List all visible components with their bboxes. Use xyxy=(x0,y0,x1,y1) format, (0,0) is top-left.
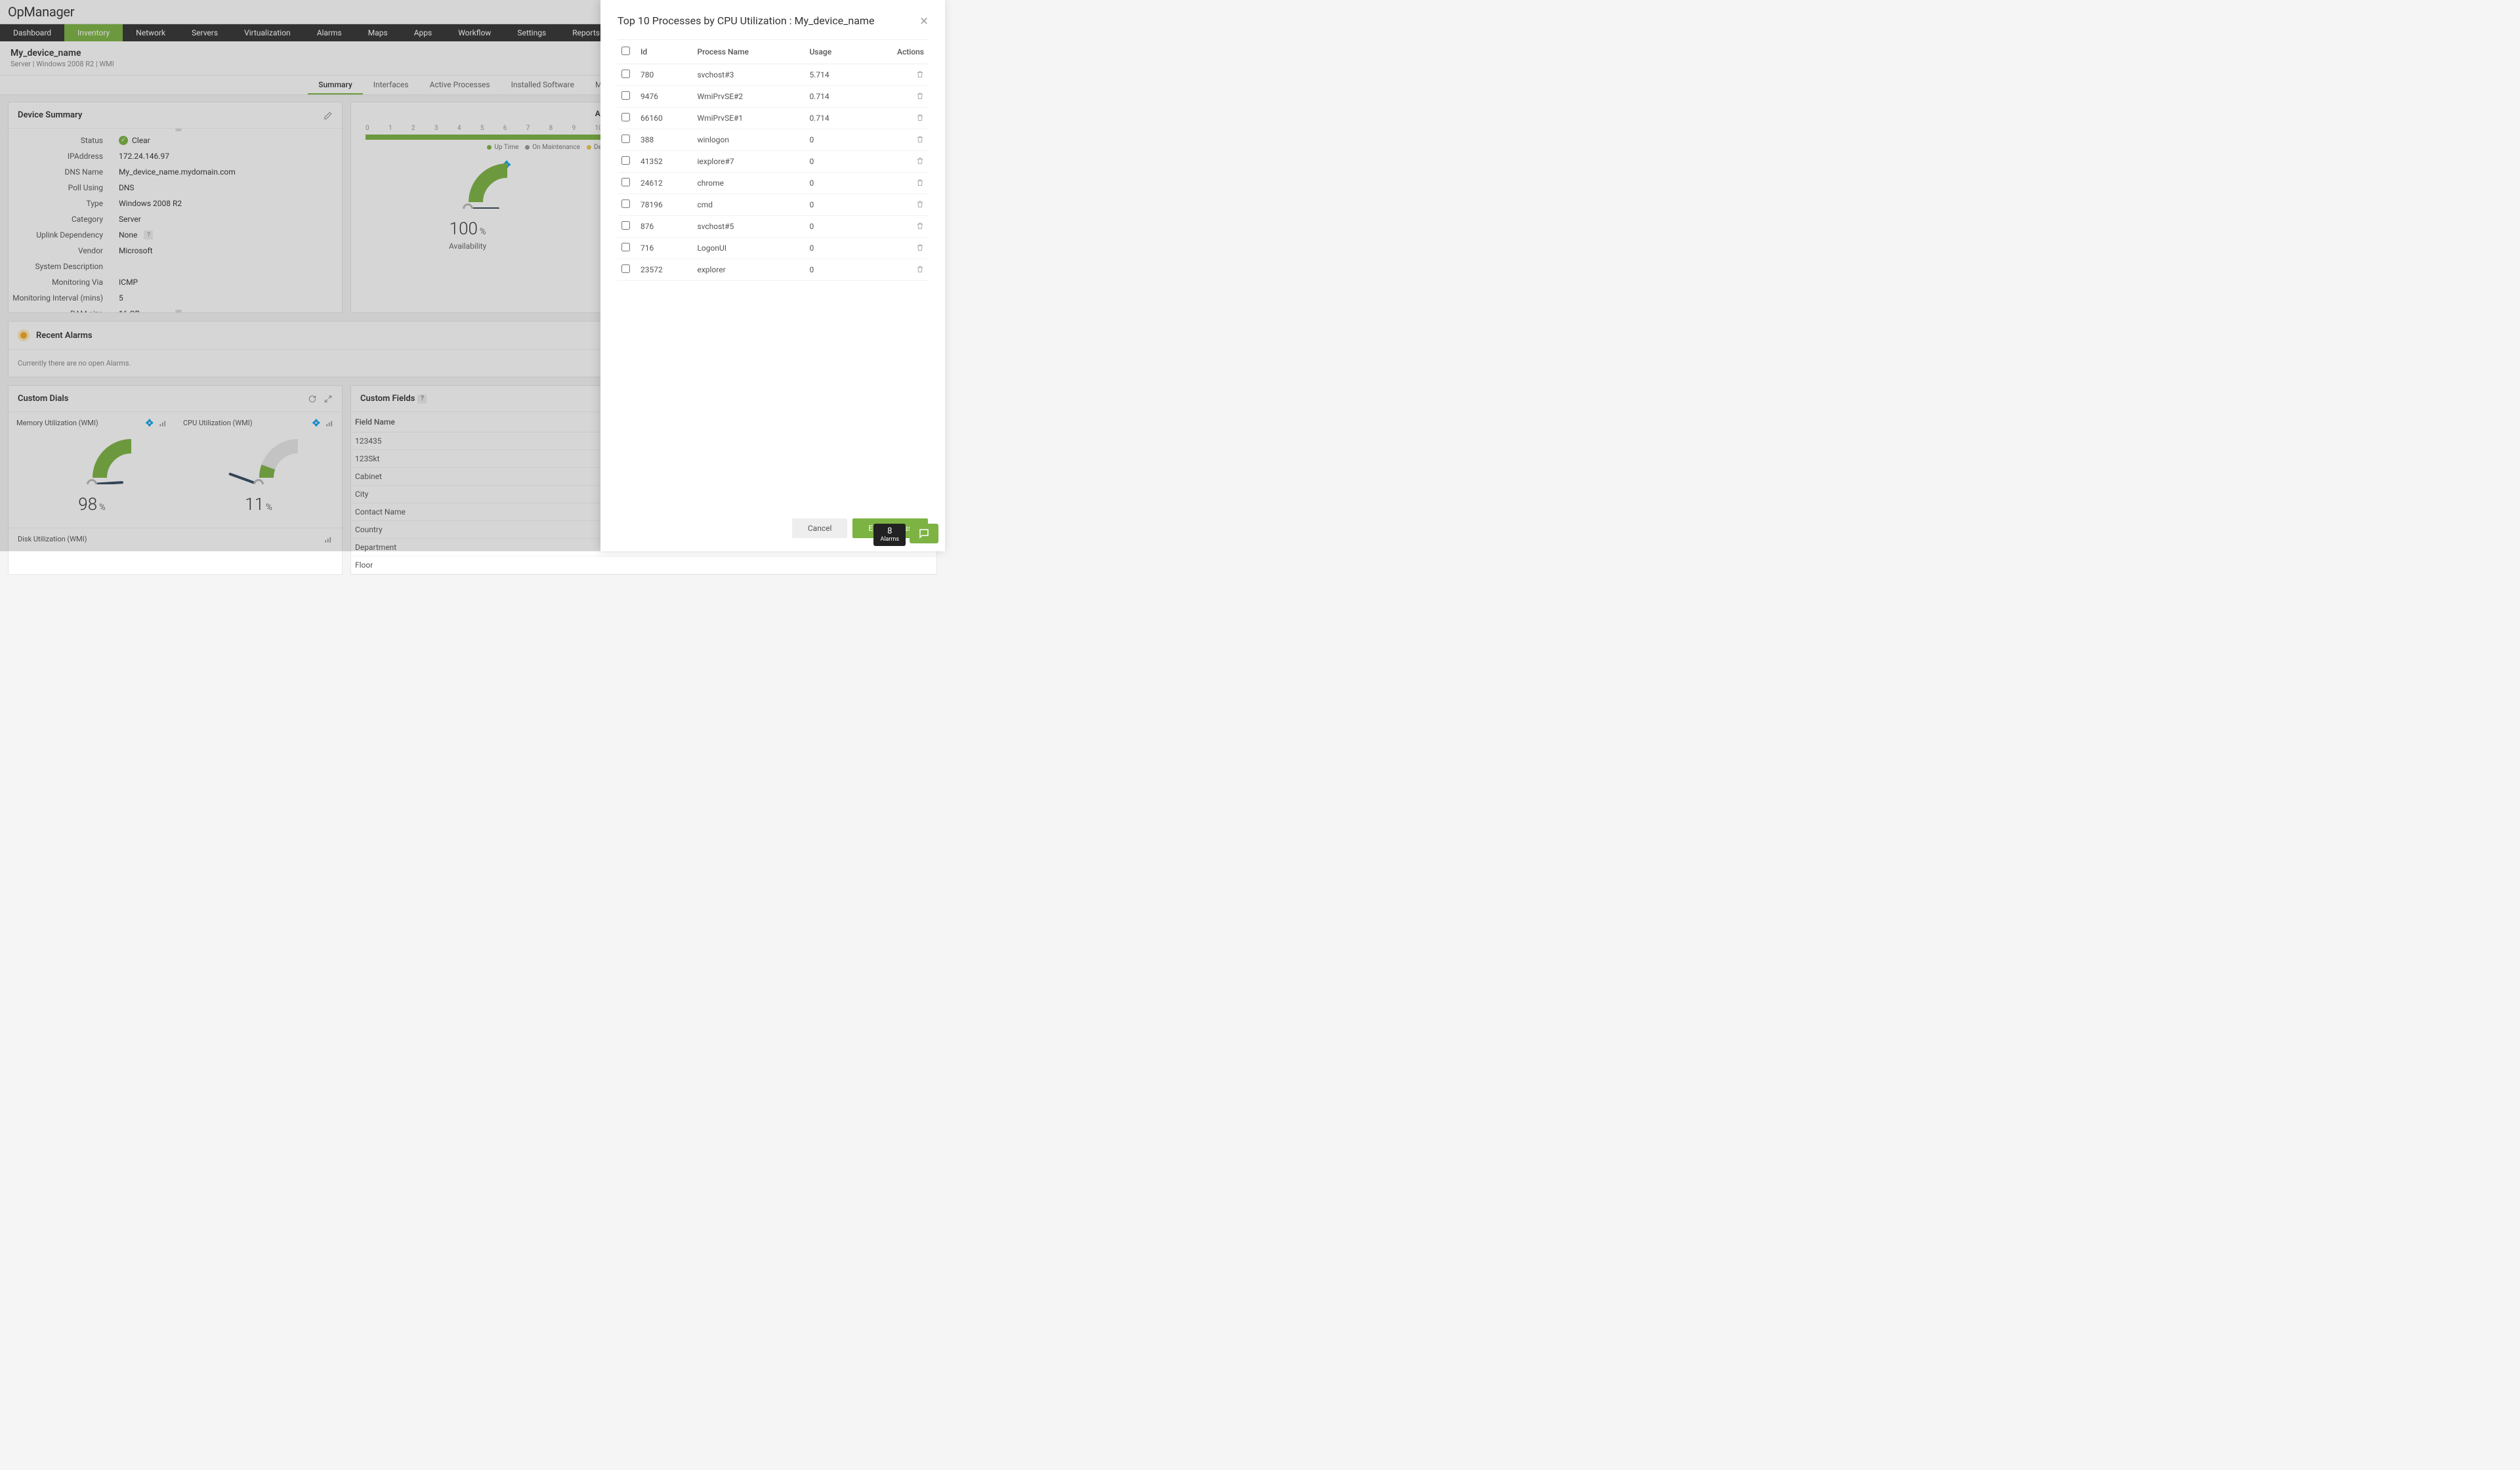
trash-icon[interactable] xyxy=(916,71,924,80)
col-process: Process Name xyxy=(693,40,805,64)
select-all-checkbox[interactable] xyxy=(621,47,630,55)
row-checkbox[interactable] xyxy=(621,200,630,208)
row-checkbox[interactable] xyxy=(621,156,630,165)
trash-icon[interactable] xyxy=(916,158,924,167)
process-row: 23572explorer0 xyxy=(618,259,928,281)
chat-icon[interactable] xyxy=(910,524,938,543)
row-checkbox[interactable] xyxy=(621,113,630,121)
trash-icon[interactable] xyxy=(916,201,924,210)
processes-modal: Top 10 Processes by CPU Utilization : My… xyxy=(600,0,945,551)
row-checkbox[interactable] xyxy=(621,221,630,230)
col-id: Id xyxy=(637,40,693,64)
trash-icon[interactable] xyxy=(916,244,924,253)
trash-icon[interactable] xyxy=(916,136,924,145)
row-checkbox[interactable] xyxy=(621,243,630,251)
alarm-counter[interactable]: 8 Alarms xyxy=(873,524,906,546)
process-row: 66160WmiPrvSE#10.714 xyxy=(618,108,928,129)
row-checkbox[interactable] xyxy=(621,264,630,273)
trash-icon[interactable] xyxy=(916,266,924,275)
trash-icon[interactable] xyxy=(916,222,924,232)
modal-title: Top 10 Processes by CPU Utilization : My… xyxy=(618,14,920,27)
trash-icon[interactable] xyxy=(916,93,924,102)
row-checkbox[interactable] xyxy=(621,178,630,186)
process-row: 876svchost#50 xyxy=(618,216,928,238)
close-icon[interactable]: × xyxy=(920,14,928,29)
field-row: Floor xyxy=(351,556,936,574)
process-row: 41352iexplore#70 xyxy=(618,151,928,173)
trash-icon[interactable] xyxy=(916,114,924,123)
row-checkbox[interactable] xyxy=(621,91,630,100)
col-actions: Actions xyxy=(862,40,928,64)
process-row: 780svchost#35.714 xyxy=(618,64,928,86)
process-row: 388winlogon0 xyxy=(618,129,928,151)
col-usage: Usage xyxy=(805,40,862,64)
row-checkbox[interactable] xyxy=(621,135,630,143)
process-row: 24612chrome0 xyxy=(618,173,928,194)
process-row: 78196cmd0 xyxy=(618,194,928,216)
process-row: 9476WmiPrvSE#20.714 xyxy=(618,86,928,108)
process-row: 716LogonUI0 xyxy=(618,238,928,259)
row-checkbox[interactable] xyxy=(621,70,630,78)
trash-icon[interactable] xyxy=(916,179,924,188)
cancel-button[interactable]: Cancel xyxy=(792,518,848,538)
